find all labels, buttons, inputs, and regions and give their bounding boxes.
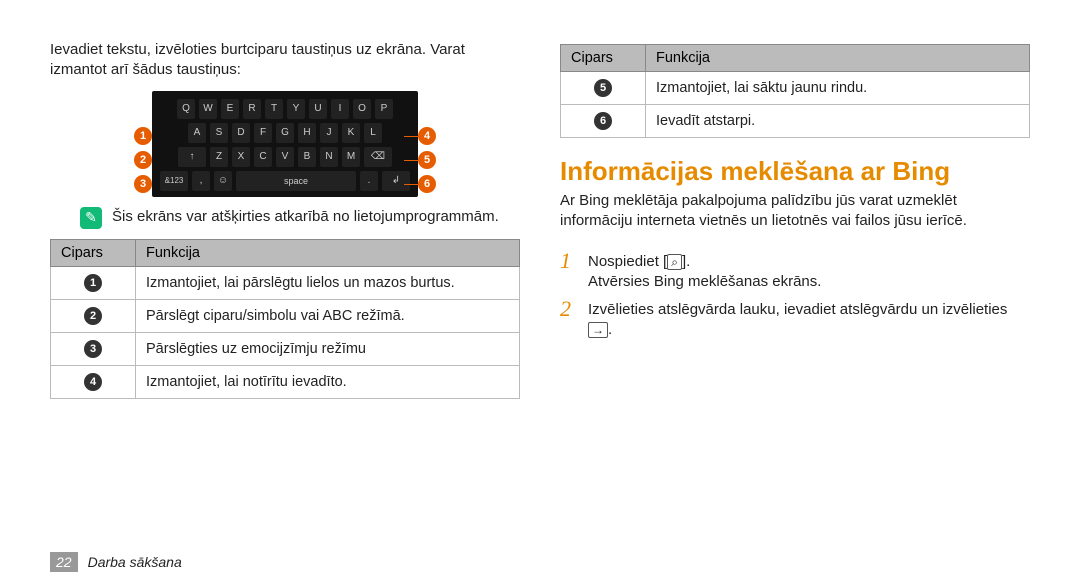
key-e: E [221,99,239,119]
key-q: Q [177,99,195,119]
section-name: Darba sākšana [88,554,182,570]
key-w: W [199,99,217,119]
key-numsym: &123 [160,171,188,191]
key-h: H [298,123,316,143]
key-u: U [309,99,327,119]
intro-text: Ievadiet tekstu, izvēloties burtciparu t… [50,40,520,81]
key-s: S [210,123,228,143]
function-table-right: Cipars Funkcija 5 Izmantojiet, lai sāktu … [560,44,1030,138]
step-text: Nospiediet [⌕]. Atvērsies Bing meklēšanas… [588,250,821,293]
keyboard-illustration: 1 2 3 QWERTYUIOP ASDFGHJKL ↑ ZXCVBNM ⌫ &… [50,91,520,197]
row-function-cell: Izmantojiet, lai pārslēgtu lielos un maz… [136,266,520,299]
step-number: 2 [560,298,578,320]
key-k: K [342,123,360,143]
function-table-left: Cipars Funkcija 1 Izmantojiet, lai pārslē… [50,239,520,399]
row-number-cell: 4 [51,365,136,398]
key-x: X [232,147,250,167]
key-a: A [188,123,206,143]
th-function: Funkcija [136,239,520,266]
key-emoji: ☺ [214,171,232,191]
step-post: ]. [682,253,690,270]
key-d: D [232,123,250,143]
key-p: P [375,99,393,119]
section-heading: Informācijas meklēšana ar Bing [560,156,1030,187]
key-m: M [342,147,360,167]
table-row: 6 Ievadīt atstarpi. [561,105,1030,138]
th-number: Cipars [51,239,136,266]
key-j: J [320,123,338,143]
row-number-cell: 6 [561,105,646,138]
key-v: V [276,147,294,167]
row-function-cell: Izmantojiet, lai sāktu jaunu rindu. [646,72,1030,105]
step-text: Izvēlieties atslēgvārda lauku, ievadiet … [588,298,1030,341]
key-f: F [254,123,272,143]
row-number-cell: 2 [51,299,136,332]
key-i: I [331,99,349,119]
row-function-cell: Izmantojiet, lai notīrītu ievadīto. [136,365,520,398]
section-description: Ar Bing meklētāja pakalpojuma palīdzību … [560,191,1030,232]
page-footer: 22 Darba sākšana [50,552,182,572]
key-b: B [298,147,316,167]
row-number-badge: 4 [84,373,102,391]
step-pre: Izvēlieties atslēgvārda lauku, ievadiet … [588,301,1007,318]
row-function-cell: Ievadīt atstarpi. [646,105,1030,138]
step: 2 Izvēlieties atslēgvārda lauku, ievadiet… [560,298,1030,341]
step-post: . [608,321,612,338]
marker-1: 1 [134,127,152,145]
key-c: C [254,147,272,167]
search-icon: ⌕ [667,254,682,270]
table-row: 5 Izmantojiet, lai sāktu jaunu rindu. [561,72,1030,105]
row-number-cell: 1 [51,266,136,299]
step-after: Atvērsies Bing meklēšanas ekrāns. [588,273,821,290]
marker-2: 2 [134,151,152,169]
marker-5: 5 [418,151,436,169]
key-y: Y [287,99,305,119]
key-space: space [236,171,356,191]
key-enter: ↲ [382,171,410,191]
row-number-badge: 2 [84,307,102,325]
key-shift: ↑ [178,147,206,167]
key-l: L [364,123,382,143]
go-icon: → [588,322,608,338]
marker-3: 3 [134,175,152,193]
row-number-badge: 1 [84,274,102,292]
table-row: 1 Izmantojiet, lai pārslēgtu lielos un ma… [51,266,520,299]
row-number-cell: 5 [561,72,646,105]
key-n: N [320,147,338,167]
row-number-cell: 3 [51,332,136,365]
row-number-badge: 5 [594,79,612,97]
table-row: 4 Izmantojiet, lai notīrītu ievadīto. [51,365,520,398]
key-z: Z [210,147,228,167]
marker-4: 4 [418,127,436,145]
th-number: Cipars [561,45,646,72]
row-number-badge: 6 [594,112,612,130]
step-pre: Nospiediet [ [588,253,667,270]
key-o: O [353,99,371,119]
note-text: Šis ekrāns var atšķirties atkarībā no li… [112,207,499,227]
key-delete: ⌫ [364,147,392,167]
row-number-badge: 3 [84,340,102,358]
key-g: G [276,123,294,143]
row-function-cell: Pārslēgties uz emocijzīmju režīmu [136,332,520,365]
key-comma: , [192,171,210,191]
marker-6: 6 [418,175,436,193]
key-r: R [243,99,261,119]
table-row: 2 Pārslēgt ciparu/simbolu vai ABC režīmā. [51,299,520,332]
key-t: T [265,99,283,119]
note-icon: ✎ [80,207,102,229]
step-number: 1 [560,250,578,272]
key-dot: . [360,171,378,191]
row-function-cell: Pārslēgt ciparu/simbolu vai ABC režīmā. [136,299,520,332]
step: 1 Nospiediet [⌕]. Atvērsies Bing meklēšana… [560,250,1030,293]
th-function: Funkcija [646,45,1030,72]
table-row: 3 Pārslēgties uz emocijzīmju režīmu [51,332,520,365]
page-number: 22 [50,552,78,572]
